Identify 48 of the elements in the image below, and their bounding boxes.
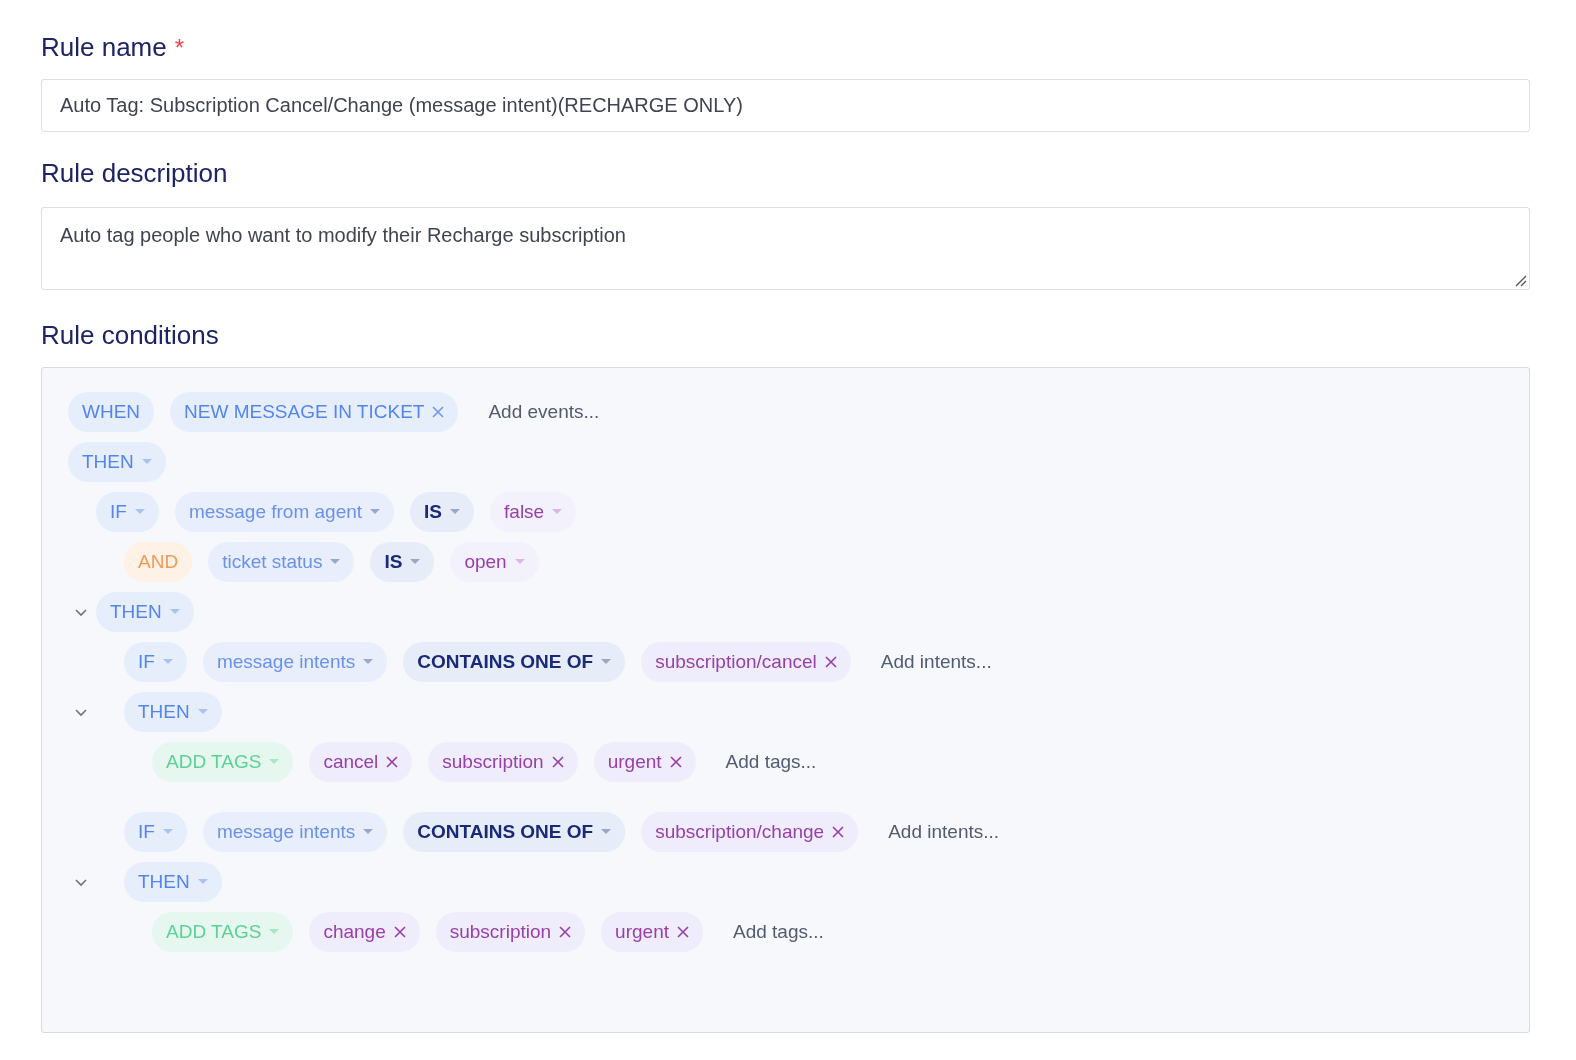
value-dropdown[interactable]: open xyxy=(450,542,539,582)
field-label: Rule description xyxy=(41,157,229,190)
field-dropdown[interactable]: message intents xyxy=(202,812,388,852)
close-icon[interactable] xyxy=(551,756,564,768)
close-icon[interactable] xyxy=(669,756,682,768)
tag-chip[interactable]: cancel xyxy=(309,742,413,782)
field-dropdown[interactable]: message from agent xyxy=(174,492,395,532)
tag-chip[interactable]: subscription/cancel xyxy=(641,642,851,682)
tag-chip[interactable]: subscription xyxy=(428,742,578,782)
keyword-dropdown[interactable]: WHEN xyxy=(68,392,155,432)
keyword-dropdown[interactable]: IF xyxy=(96,492,159,532)
keyword-dropdown[interactable]: THEN xyxy=(124,862,222,902)
textarea-field[interactable]: Auto tag people who want to modify their Recharge subscription xyxy=(41,207,1530,290)
add-input[interactable]: Add intents... xyxy=(866,647,1006,677)
close-icon[interactable] xyxy=(677,926,689,938)
required-mark: * xyxy=(174,33,185,63)
keyword-dropdown[interactable]: IF xyxy=(124,642,187,682)
add-input[interactable]: Add intents... xyxy=(874,817,1014,847)
keyword-dropdown[interactable]: THEN xyxy=(124,692,222,732)
operator-dropdown[interactable]: CONTAINS ONE OF xyxy=(403,642,626,682)
field-label: Rule conditions xyxy=(41,319,220,352)
text-input[interactable]: Auto Tag: Subscription Cancel/Change (message intent)(RECHARGE ONLY) xyxy=(41,79,1530,132)
tag-chip[interactable]: subscription xyxy=(435,912,586,952)
close-icon[interactable] xyxy=(832,826,845,838)
tag-chip[interactable]: urgent xyxy=(593,742,696,782)
field-label: Rule name xyxy=(41,31,167,64)
tag-chip[interactable]: subscription/change xyxy=(641,812,859,852)
add-input[interactable]: Add events... xyxy=(474,397,614,427)
keyword-dropdown[interactable]: THEN xyxy=(96,592,194,632)
close-icon[interactable] xyxy=(824,656,837,668)
resize-handle-icon[interactable] xyxy=(1513,273,1527,287)
event-tag[interactable]: NEW MESSAGE IN TICKET xyxy=(170,392,459,432)
close-icon[interactable] xyxy=(393,926,406,938)
operator-dropdown[interactable]: IS xyxy=(410,492,475,532)
operator-dropdown[interactable]: IS xyxy=(370,542,435,582)
close-icon[interactable] xyxy=(559,926,572,938)
field-dropdown[interactable]: message intents xyxy=(202,642,388,682)
operator-dropdown[interactable]: CONTAINS ONE OF xyxy=(403,812,626,852)
keyword-dropdown[interactable]: IF xyxy=(124,812,187,852)
tag-chip[interactable]: change xyxy=(309,912,420,952)
textarea-value: Auto tag people who want to modify their Recharge subscription xyxy=(60,223,627,248)
tag-chip[interactable]: urgent xyxy=(601,912,703,952)
add-input[interactable]: Add tags... xyxy=(711,747,831,777)
add-input[interactable]: Add tags... xyxy=(719,917,838,947)
close-icon[interactable] xyxy=(386,756,399,768)
field-dropdown[interactable]: ticket status xyxy=(208,542,355,582)
value-dropdown[interactable]: false xyxy=(490,492,577,532)
keyword-dropdown[interactable]: THEN xyxy=(68,442,166,482)
